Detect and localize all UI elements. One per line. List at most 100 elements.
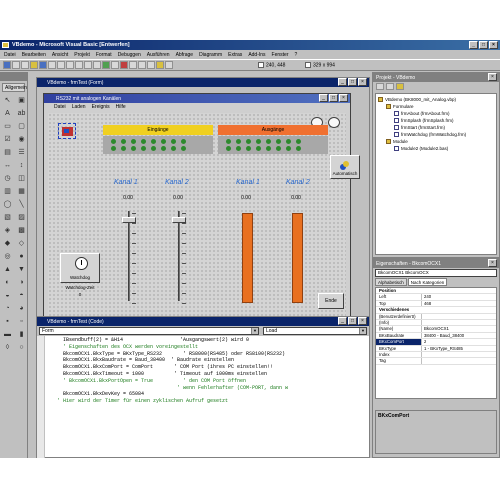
vscroll-icon[interactable]: ↕ xyxy=(16,160,27,171)
checkbox-icon[interactable]: ☑ xyxy=(2,134,13,145)
designer-maximize-button[interactable]: □ xyxy=(348,78,357,86)
property-value[interactable]: BkcomOCX1 xyxy=(422,326,449,331)
drive-icon[interactable]: ◫ xyxy=(16,173,27,184)
pointer-icon[interactable]: ↖ xyxy=(2,95,13,106)
object-browser-icon[interactable] xyxy=(156,61,164,69)
form-close-button[interactable]: × xyxy=(339,94,348,102)
procedure-combo[interactable]: Load ▼ xyxy=(263,327,367,335)
menu-editor-icon[interactable] xyxy=(21,61,29,69)
tree-item[interactable]: Module xyxy=(378,138,494,145)
end-button[interactable]: Ende xyxy=(318,293,344,309)
list-icon[interactable]: ☰ xyxy=(16,147,27,158)
code-maximize-button[interactable]: □ xyxy=(348,317,357,325)
combo-icon[interactable]: ▤ xyxy=(2,147,13,158)
tree-item[interactable]: VBdemo (BK8000_mit_Analog.vbp) xyxy=(378,96,494,103)
open-icon[interactable] xyxy=(30,61,38,69)
property-value[interactable] xyxy=(422,320,424,325)
picture-icon[interactable]: ▣ xyxy=(16,95,27,106)
add-project-icon[interactable] xyxy=(3,61,11,69)
designer-close-button[interactable]: × xyxy=(358,78,367,86)
data-icon[interactable]: ▨ xyxy=(16,212,27,223)
custom6-icon[interactable]: ▼ xyxy=(16,264,27,275)
tree-item[interactable]: Formulare xyxy=(378,103,494,110)
tree-item[interactable]: Module2 (Module2.bas) xyxy=(378,145,494,152)
bkcom-ocx-control-icon[interactable] xyxy=(58,123,76,139)
menu-bearbeiten[interactable]: Bearbeiten xyxy=(22,52,46,59)
tree-item[interactable]: frmAbout (frmAbout.frm) xyxy=(378,110,494,117)
toggle-folders-icon[interactable] xyxy=(396,83,404,90)
property-value[interactable]: 468 xyxy=(422,301,431,306)
label-icon[interactable]: A xyxy=(2,108,13,119)
code-minimize-button[interactable]: _ xyxy=(338,317,347,325)
input-channel-2-slider-track[interactable] xyxy=(178,211,180,301)
code-close-button[interactable]: × xyxy=(358,317,367,325)
custom13-icon[interactable]: ▪ xyxy=(2,316,13,327)
tab-by-category[interactable]: Nach Kategorien xyxy=(407,278,448,286)
redo-icon[interactable] xyxy=(93,61,101,69)
paste-icon[interactable] xyxy=(66,61,74,69)
image-icon[interactable]: ▧ xyxy=(2,212,13,223)
add-form-icon[interactable] xyxy=(12,61,20,69)
property-value[interactable] xyxy=(422,352,424,357)
custom18-icon[interactable]: ○ xyxy=(16,342,27,353)
menu-abfrage[interactable]: Abfrage xyxy=(176,52,194,59)
object-combo[interactable]: Form ▼ xyxy=(39,327,259,335)
dir-icon[interactable]: ▥ xyxy=(2,186,13,197)
find-icon[interactable] xyxy=(75,61,83,69)
procedure-combo-dropdown-icon[interactable]: ▼ xyxy=(359,328,366,334)
menu-ausfuehren[interactable]: Ausführen xyxy=(147,52,170,59)
form-menu-ereignis[interactable]: Ereignis xyxy=(92,104,110,111)
property-value[interactable] xyxy=(422,314,424,319)
project-close-button[interactable]: × xyxy=(488,73,497,81)
form-minimize-button[interactable]: _ xyxy=(319,94,328,102)
custom15-icon[interactable]: ▬ xyxy=(2,329,13,340)
properties-close-button[interactable]: × xyxy=(488,259,497,267)
shape-icon[interactable]: ◯ xyxy=(2,199,13,210)
custom9-icon[interactable]: ◒ xyxy=(2,290,13,301)
form-menu-laden[interactable]: Laden xyxy=(72,104,86,111)
menu-diagramm[interactable]: Diagramm xyxy=(199,52,222,59)
tree-item[interactable]: frmSplash (frmSplash.frm) xyxy=(378,117,494,124)
ole-icon[interactable]: ◈ xyxy=(2,225,13,236)
menu-datei[interactable]: Datei xyxy=(4,52,16,59)
grid-icon[interactable]: ▩ xyxy=(16,225,27,236)
properties-icon[interactable] xyxy=(138,61,146,69)
view-object-icon[interactable] xyxy=(386,83,394,90)
custom11-icon[interactable]: ◔ xyxy=(2,303,13,314)
properties-object-combo[interactable]: BkcomOCX1 BkcomOCX xyxy=(375,269,497,277)
minimize-button[interactable]: _ xyxy=(469,41,478,49)
file-icon[interactable]: ▦ xyxy=(16,186,27,197)
form-frmstart[interactable]: RS232 mit analogen Kanälen _ □ × Datei L… xyxy=(43,93,360,329)
textbox-icon[interactable]: ab xyxy=(16,108,27,119)
maximize-button[interactable]: □ xyxy=(479,41,488,49)
custom8-icon[interactable]: ◑ xyxy=(16,277,27,288)
copy-icon[interactable] xyxy=(57,61,65,69)
automatic-button[interactable]: Automatisch xyxy=(330,155,360,179)
property-row[interactable]: Tag xyxy=(376,358,496,365)
custom7-icon[interactable]: ◐ xyxy=(2,277,13,288)
hscroll-icon[interactable]: ↔ xyxy=(2,160,13,171)
tree-item[interactable]: frmWatchdog (frmWatchdog.frm) xyxy=(378,131,494,138)
designer-minimize-button[interactable]: _ xyxy=(338,78,347,86)
pause-icon[interactable] xyxy=(111,61,119,69)
custom14-icon[interactable]: ▫ xyxy=(16,316,27,327)
stop-icon[interactable] xyxy=(120,61,128,69)
frame-icon[interactable]: ▭ xyxy=(2,121,13,132)
view-code-icon[interactable] xyxy=(376,83,384,90)
property-value[interactable]: 2 xyxy=(422,339,426,344)
custom10-icon[interactable]: ◓ xyxy=(16,290,27,301)
toolbox-tab-general[interactable]: Allgemein xyxy=(2,83,27,92)
custom16-icon[interactable]: ▮ xyxy=(16,329,27,340)
menu-projekt[interactable]: Projekt xyxy=(74,52,90,59)
toolbox-icon[interactable] xyxy=(165,61,173,69)
button-icon[interactable]: ▢ xyxy=(16,121,27,132)
timer2-control-icon[interactable] xyxy=(328,117,340,128)
tab-alphabetic[interactable]: Alphabetisch xyxy=(375,278,407,286)
custom17-icon[interactable]: ◊ xyxy=(2,342,13,353)
menu-extras[interactable]: Extras xyxy=(228,52,242,59)
custom5-icon[interactable]: ▲ xyxy=(2,264,13,275)
menu-addins[interactable]: Add-Ins xyxy=(248,52,265,59)
property-value[interactable] xyxy=(422,358,424,363)
custom3-icon[interactable]: ◎ xyxy=(2,251,13,262)
undo-icon[interactable] xyxy=(84,61,92,69)
